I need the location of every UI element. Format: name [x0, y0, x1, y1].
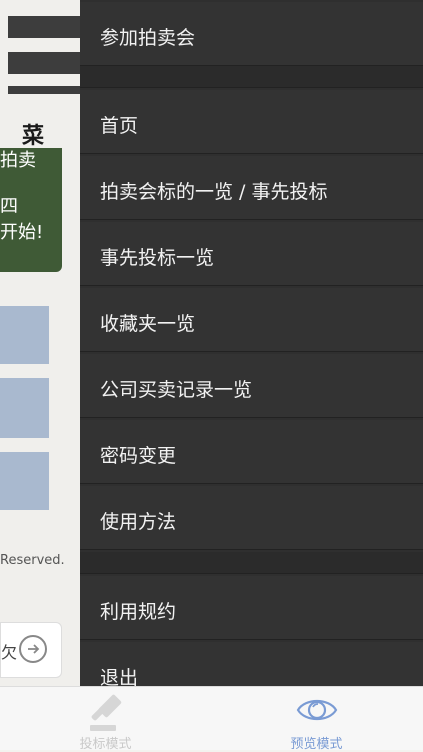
- header-bar: [8, 16, 80, 38]
- banner-text: 拍卖: [0, 148, 36, 173]
- copyright-text: Reserved.: [0, 553, 65, 568]
- menu-item-change-password[interactable]: 密码变更: [80, 420, 423, 484]
- menu-item-label: 利用规约: [100, 597, 176, 624]
- menu-item-label: 事先投标一览: [100, 243, 214, 270]
- menu-item-trade-history[interactable]: 公司买卖记录一览: [80, 354, 423, 418]
- promo-banner: 拍卖 四 开始!: [0, 148, 62, 272]
- menu-divider: [80, 66, 423, 88]
- menu-item-join-auction[interactable]: 参加拍卖会: [80, 2, 423, 66]
- side-drawer-menu: 参加拍卖会 首页 拍卖会标的一览 / 事先投标 事先投标一览 收藏夹一览 公司买…: [80, 0, 423, 686]
- banner-text: 开始!: [0, 220, 43, 245]
- menu-item-label: 首页: [100, 111, 138, 138]
- gavel-icon: [84, 693, 128, 737]
- menu-item-favorites[interactable]: 收藏夹一览: [80, 288, 423, 352]
- banner-text: 四: [0, 194, 18, 219]
- menu-item-label: 使用方法: [100, 507, 176, 534]
- arrow-right-icon: [19, 635, 47, 663]
- menu-item-label: 退出: [100, 663, 138, 686]
- eye-icon: [295, 693, 339, 731]
- background-page: 菜 拍卖 四 开始! Reserved. 欠: [0, 0, 80, 686]
- menu-item-how-to-use[interactable]: 使用方法: [80, 486, 423, 550]
- menu-item-terms[interactable]: 利用规约: [80, 576, 423, 640]
- tab-label: 预览模式: [211, 733, 422, 752]
- header-bar: [8, 52, 80, 74]
- next-button: 欠: [0, 622, 62, 678]
- menu-item-home[interactable]: 首页: [80, 90, 423, 154]
- menu-item-label: 密码变更: [100, 441, 176, 468]
- next-label: 欠: [1, 639, 17, 663]
- menu-item-label: 收藏夹一览: [100, 309, 195, 336]
- menu-item-label: 拍卖会标的一览 / 事先投标: [100, 177, 327, 204]
- menu-item-label: 公司买卖记录一览: [100, 375, 252, 402]
- menu-divider: [80, 552, 423, 574]
- menu-label: 菜: [22, 118, 44, 150]
- menu-item-label: 参加拍卖会: [100, 23, 195, 50]
- menu-item-advance-bids[interactable]: 事先投标一览: [80, 222, 423, 286]
- content-tile: [0, 378, 49, 438]
- menu-item-logout[interactable]: 退出: [80, 642, 423, 686]
- tab-label: 投标模式: [0, 733, 211, 752]
- tab-preview-mode[interactable]: 预览模式: [211, 687, 422, 751]
- bottom-tab-bar: 投标模式 预览模式: [0, 686, 423, 750]
- tab-bid-mode[interactable]: 投标模式: [0, 687, 211, 751]
- content-tile: [0, 452, 49, 510]
- menu-item-lot-list[interactable]: 拍卖会标的一览 / 事先投标: [80, 156, 423, 220]
- content-tile: [0, 306, 49, 364]
- header-bar: [8, 86, 80, 94]
